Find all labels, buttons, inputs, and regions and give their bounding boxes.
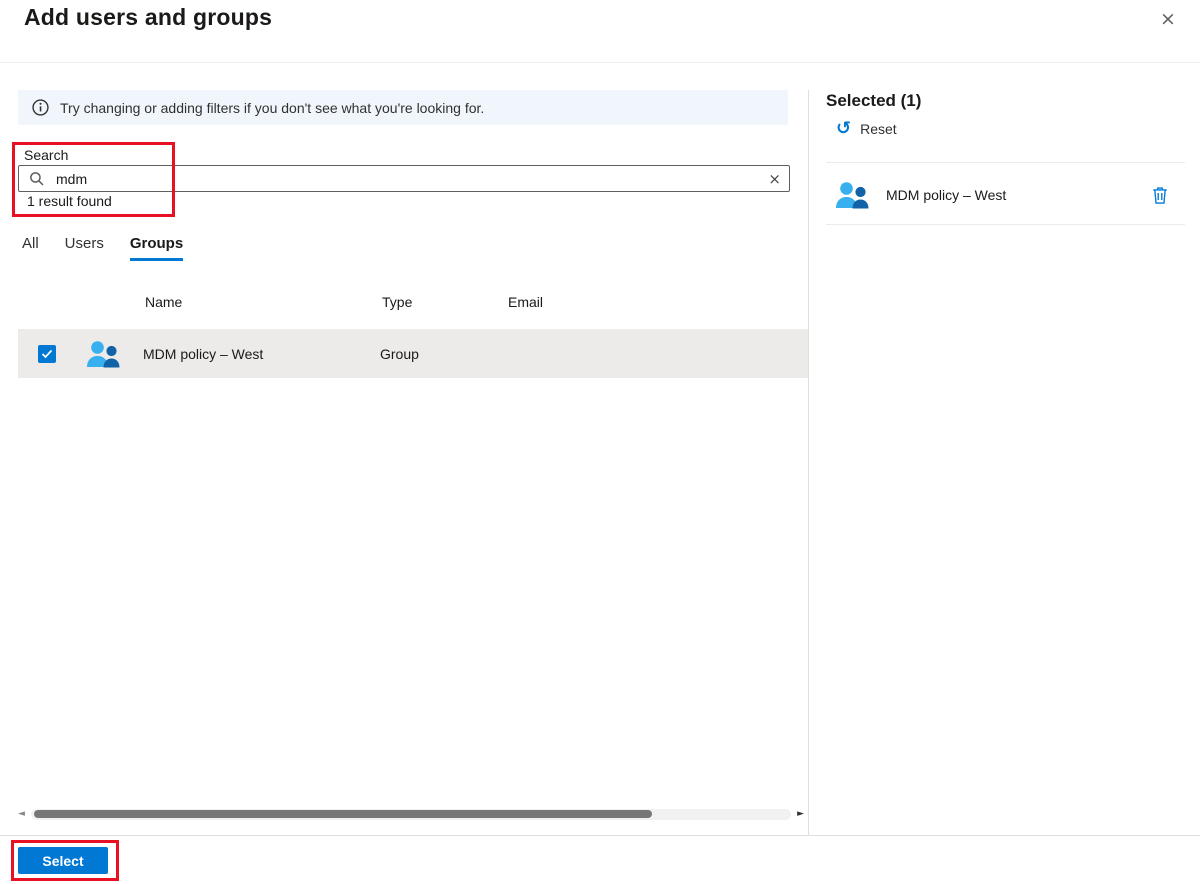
group-icon xyxy=(834,180,870,210)
column-header-name: Name xyxy=(145,294,183,310)
column-header-type: Type xyxy=(382,294,413,310)
column-header-email: Email xyxy=(508,294,544,310)
selected-item-name: MDM policy – West xyxy=(886,187,1007,203)
select-button[interactable]: Select xyxy=(18,847,108,874)
search-label: Search xyxy=(24,147,69,163)
header-divider xyxy=(0,62,1200,63)
add-users-and-groups-dialog: Add users and groups × Try changing or a… xyxy=(0,0,1200,884)
tab-all[interactable]: All xyxy=(22,235,39,261)
tab-groups[interactable]: Groups xyxy=(129,235,184,261)
group-icon xyxy=(85,339,121,369)
search-input[interactable] xyxy=(56,170,769,187)
scrollbar-thumb[interactable] xyxy=(33,810,652,818)
remove-selected-button[interactable] xyxy=(1152,186,1168,204)
filter-tabs: All Users Groups xyxy=(22,235,184,261)
selected-list-divider xyxy=(826,162,1185,163)
row-type: Group xyxy=(380,345,419,362)
clear-search-icon[interactable]: × xyxy=(768,170,781,188)
footer-divider xyxy=(0,835,1200,836)
table-row[interactable]: MDM policy – West Group xyxy=(18,329,808,378)
panel-divider xyxy=(808,90,809,835)
close-icon[interactable]: × xyxy=(1154,5,1182,33)
row-name: MDM policy – West xyxy=(143,345,264,362)
selected-panel-title: Selected (1) xyxy=(826,91,922,110)
search-box: × xyxy=(18,165,790,192)
tab-users[interactable]: Users xyxy=(65,235,104,261)
page-title: Add users and groups xyxy=(24,4,273,30)
info-banner-text: Try changing or adding filters if you do… xyxy=(60,99,485,116)
search-result-count: 1 result found xyxy=(27,193,112,209)
info-banner: Try changing or adding filters if you do… xyxy=(18,90,788,125)
horizontal-scrollbar: ◄ ► xyxy=(16,806,806,822)
reset-label: Reset xyxy=(860,121,897,137)
info-icon xyxy=(32,99,49,116)
scrollbar-track[interactable] xyxy=(30,808,792,820)
reset-icon: ↺ xyxy=(836,118,852,139)
row-checkbox[interactable] xyxy=(38,344,56,363)
scroll-left-icon[interactable]: ◄ xyxy=(16,809,27,819)
check-icon xyxy=(41,349,53,358)
selected-item: MDM policy – West xyxy=(826,167,1186,223)
search-icon xyxy=(29,171,44,186)
reset-button[interactable]: ↺ Reset xyxy=(836,120,897,138)
scroll-right-icon[interactable]: ► xyxy=(795,809,806,819)
selected-item-divider xyxy=(826,224,1185,225)
trash-icon xyxy=(1153,187,1167,204)
